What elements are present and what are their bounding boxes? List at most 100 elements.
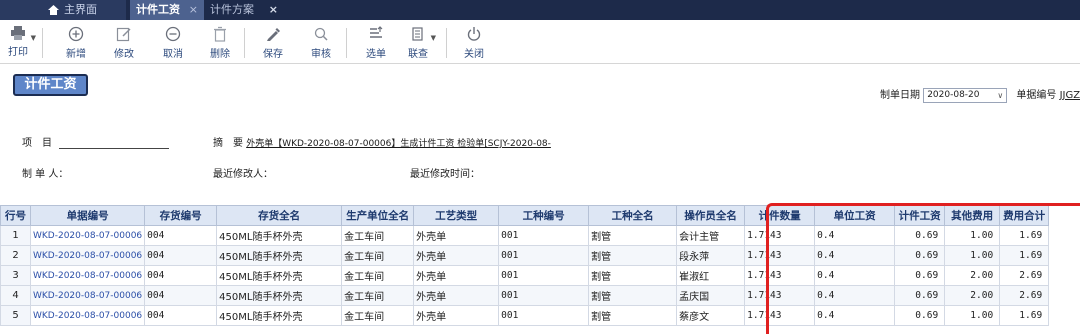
- col-header[interactable]: 生产单位全名: [341, 205, 415, 226]
- cell-item-name[interactable]: 450ML随手杯外壳: [216, 285, 343, 306]
- cell-process-type[interactable]: 外壳单: [413, 265, 500, 286]
- cell-item-name[interactable]: 450ML随手杯外壳: [216, 225, 343, 246]
- cell-other-cost[interactable]: 1.00: [944, 225, 1001, 246]
- cell-unit-name[interactable]: 金工车间: [341, 225, 415, 246]
- cell-worktype-code[interactable]: 001: [498, 245, 590, 266]
- cell-operator[interactable]: 段永萍: [676, 245, 746, 266]
- date-picker[interactable]: 2020-08-20 ∨: [923, 87, 1008, 103]
- table-row[interactable]: 2 WKD-2020-08-07-00006 004 450ML随手杯外壳 金工…: [0, 245, 1050, 266]
- table-row[interactable]: 1 WKD-2020-08-07-00006 004 450ML随手杯外壳 金工…: [0, 225, 1050, 246]
- cell-total-cost[interactable]: 1.69: [999, 305, 1050, 326]
- cell-other-cost[interactable]: 2.00: [944, 265, 1001, 286]
- cell-process-type[interactable]: 外壳单: [413, 225, 500, 246]
- cell-item-name[interactable]: 450ML随手杯外壳: [216, 245, 343, 266]
- cell-worktype-name[interactable]: 割管: [588, 265, 678, 286]
- tab-piece-scheme[interactable]: 计件方案 ×: [204, 0, 284, 20]
- print-button[interactable]: ▼ 打印: [0, 24, 36, 62]
- cell-other-cost[interactable]: 2.00: [944, 285, 1001, 306]
- table-row[interactable]: 3 WKD-2020-08-07-00006 004 450ML随手杯外壳 金工…: [0, 265, 1050, 286]
- cell-worktype-name[interactable]: 割管: [588, 245, 678, 266]
- cell-quantity[interactable]: 1.7143: [744, 285, 816, 306]
- close-button[interactable]: 关闭: [456, 24, 492, 62]
- cell-operator[interactable]: 崔淑红: [676, 265, 746, 286]
- cell-other-cost[interactable]: 1.00: [944, 245, 1001, 266]
- cell-item-code[interactable]: 004: [144, 245, 218, 266]
- cell-operator[interactable]: 蔡彦文: [676, 305, 746, 326]
- col-header[interactable]: 其他费用: [944, 205, 1001, 226]
- cell-quantity[interactable]: 1.7143: [744, 245, 816, 266]
- cell-quantity[interactable]: 1.7143: [744, 265, 816, 286]
- cell-unit-wage[interactable]: 0.4: [814, 285, 896, 306]
- cell-worktype-name[interactable]: 割管: [588, 225, 678, 246]
- cell-piece-wage[interactable]: 0.69: [894, 305, 946, 326]
- cell-piece-wage[interactable]: 0.69: [894, 265, 946, 286]
- close-icon[interactable]: ×: [189, 0, 198, 20]
- cell-piece-wage[interactable]: 0.69: [894, 245, 946, 266]
- cell-process-type[interactable]: 外壳单: [413, 305, 500, 326]
- cell-unit-wage[interactable]: 0.4: [814, 225, 896, 246]
- cell-worktype-code[interactable]: 001: [498, 265, 590, 286]
- col-header[interactable]: 费用合计: [999, 205, 1050, 226]
- cell-piece-wage[interactable]: 0.69: [894, 285, 946, 306]
- cell-unit-name[interactable]: 金工车间: [341, 305, 415, 326]
- select-button[interactable]: 选单: [358, 24, 394, 62]
- col-header[interactable]: 行号: [0, 205, 31, 226]
- add-button[interactable]: 新增: [58, 24, 94, 62]
- table-row[interactable]: 4 WKD-2020-08-07-00006 004 450ML随手杯外壳 金工…: [0, 285, 1050, 306]
- cell-quantity[interactable]: 1.7143: [744, 225, 816, 246]
- col-header[interactable]: 操作员全名: [676, 205, 746, 226]
- review-button[interactable]: 审核: [303, 24, 339, 62]
- cell-operator[interactable]: 会计主管: [676, 225, 746, 246]
- cell-worktype-code[interactable]: 001: [498, 305, 590, 326]
- docno-value[interactable]: JJGZ: [1060, 90, 1080, 101]
- cell-item-code[interactable]: 004: [144, 225, 218, 246]
- cell-operator[interactable]: 孟庆国: [676, 285, 746, 306]
- col-header[interactable]: 存货全名: [216, 205, 343, 226]
- cell-doc-number[interactable]: WKD-2020-08-07-00006: [29, 245, 146, 266]
- cell-total-cost[interactable]: 1.69: [999, 225, 1050, 246]
- cell-worktype-name[interactable]: 割管: [588, 285, 678, 306]
- cell-unit-name[interactable]: 金工车间: [341, 285, 415, 306]
- cell-other-cost[interactable]: 1.00: [944, 305, 1001, 326]
- col-header[interactable]: 工种编号: [498, 205, 590, 226]
- cell-quantity[interactable]: 1.7143: [744, 305, 816, 326]
- col-header[interactable]: 工种全名: [588, 205, 678, 226]
- col-header[interactable]: 计件数量: [744, 205, 816, 226]
- cell-doc-number[interactable]: WKD-2020-08-07-00006: [29, 225, 146, 246]
- tab-home[interactable]: 主界面: [0, 0, 126, 20]
- cell-doc-number[interactable]: WKD-2020-08-07-00006: [29, 285, 146, 306]
- linked-query-button[interactable]: ▼ 联查: [400, 24, 436, 62]
- cell-unit-wage[interactable]: 0.4: [814, 265, 896, 286]
- cell-worktype-code[interactable]: 001: [498, 285, 590, 306]
- cell-unit-name[interactable]: 金工车间: [341, 245, 415, 266]
- edit-button[interactable]: 修改: [106, 24, 142, 62]
- cell-unit-wage[interactable]: 0.4: [814, 305, 896, 326]
- table-row[interactable]: 5 WKD-2020-08-07-00006 004 450ML随手杯外壳 金工…: [0, 305, 1050, 326]
- cell-total-cost[interactable]: 1.69: [999, 245, 1050, 266]
- cell-piece-wage[interactable]: 0.69: [894, 225, 946, 246]
- cell-unit-wage[interactable]: 0.4: [814, 245, 896, 266]
- cell-worktype-name[interactable]: 割管: [588, 305, 678, 326]
- tab-piece-wage[interactable]: 计件工资 ×: [130, 0, 204, 20]
- project-input[interactable]: [59, 137, 170, 149]
- cancel-button[interactable]: 取消: [155, 24, 191, 62]
- cell-total-cost[interactable]: 2.69: [999, 285, 1050, 306]
- cell-process-type[interactable]: 外壳单: [413, 245, 500, 266]
- col-header[interactable]: 计件工资: [894, 205, 946, 226]
- col-header[interactable]: 工艺类型: [413, 205, 500, 226]
- cell-total-cost[interactable]: 2.69: [999, 265, 1050, 286]
- col-header[interactable]: 单位工资: [814, 205, 896, 226]
- cell-item-code[interactable]: 004: [144, 265, 218, 286]
- col-header[interactable]: 单据编号: [29, 205, 146, 226]
- cell-doc-number[interactable]: WKD-2020-08-07-00006: [29, 265, 146, 286]
- save-button[interactable]: 保存: [255, 24, 291, 62]
- col-header[interactable]: 存货编号: [144, 205, 218, 226]
- cell-unit-name[interactable]: 金工车间: [341, 265, 415, 286]
- close-icon[interactable]: ×: [269, 0, 278, 20]
- cell-item-code[interactable]: 004: [144, 305, 218, 326]
- cell-process-type[interactable]: 外壳单: [413, 285, 500, 306]
- delete-button[interactable]: 删除: [202, 24, 238, 62]
- memo-value[interactable]: 外壳单【WKD-2020-08-07-00006】生成计件工资 检验单[SCJY…: [246, 139, 551, 149]
- cell-worktype-code[interactable]: 001: [498, 225, 590, 246]
- cell-item-name[interactable]: 450ML随手杯外壳: [216, 305, 343, 326]
